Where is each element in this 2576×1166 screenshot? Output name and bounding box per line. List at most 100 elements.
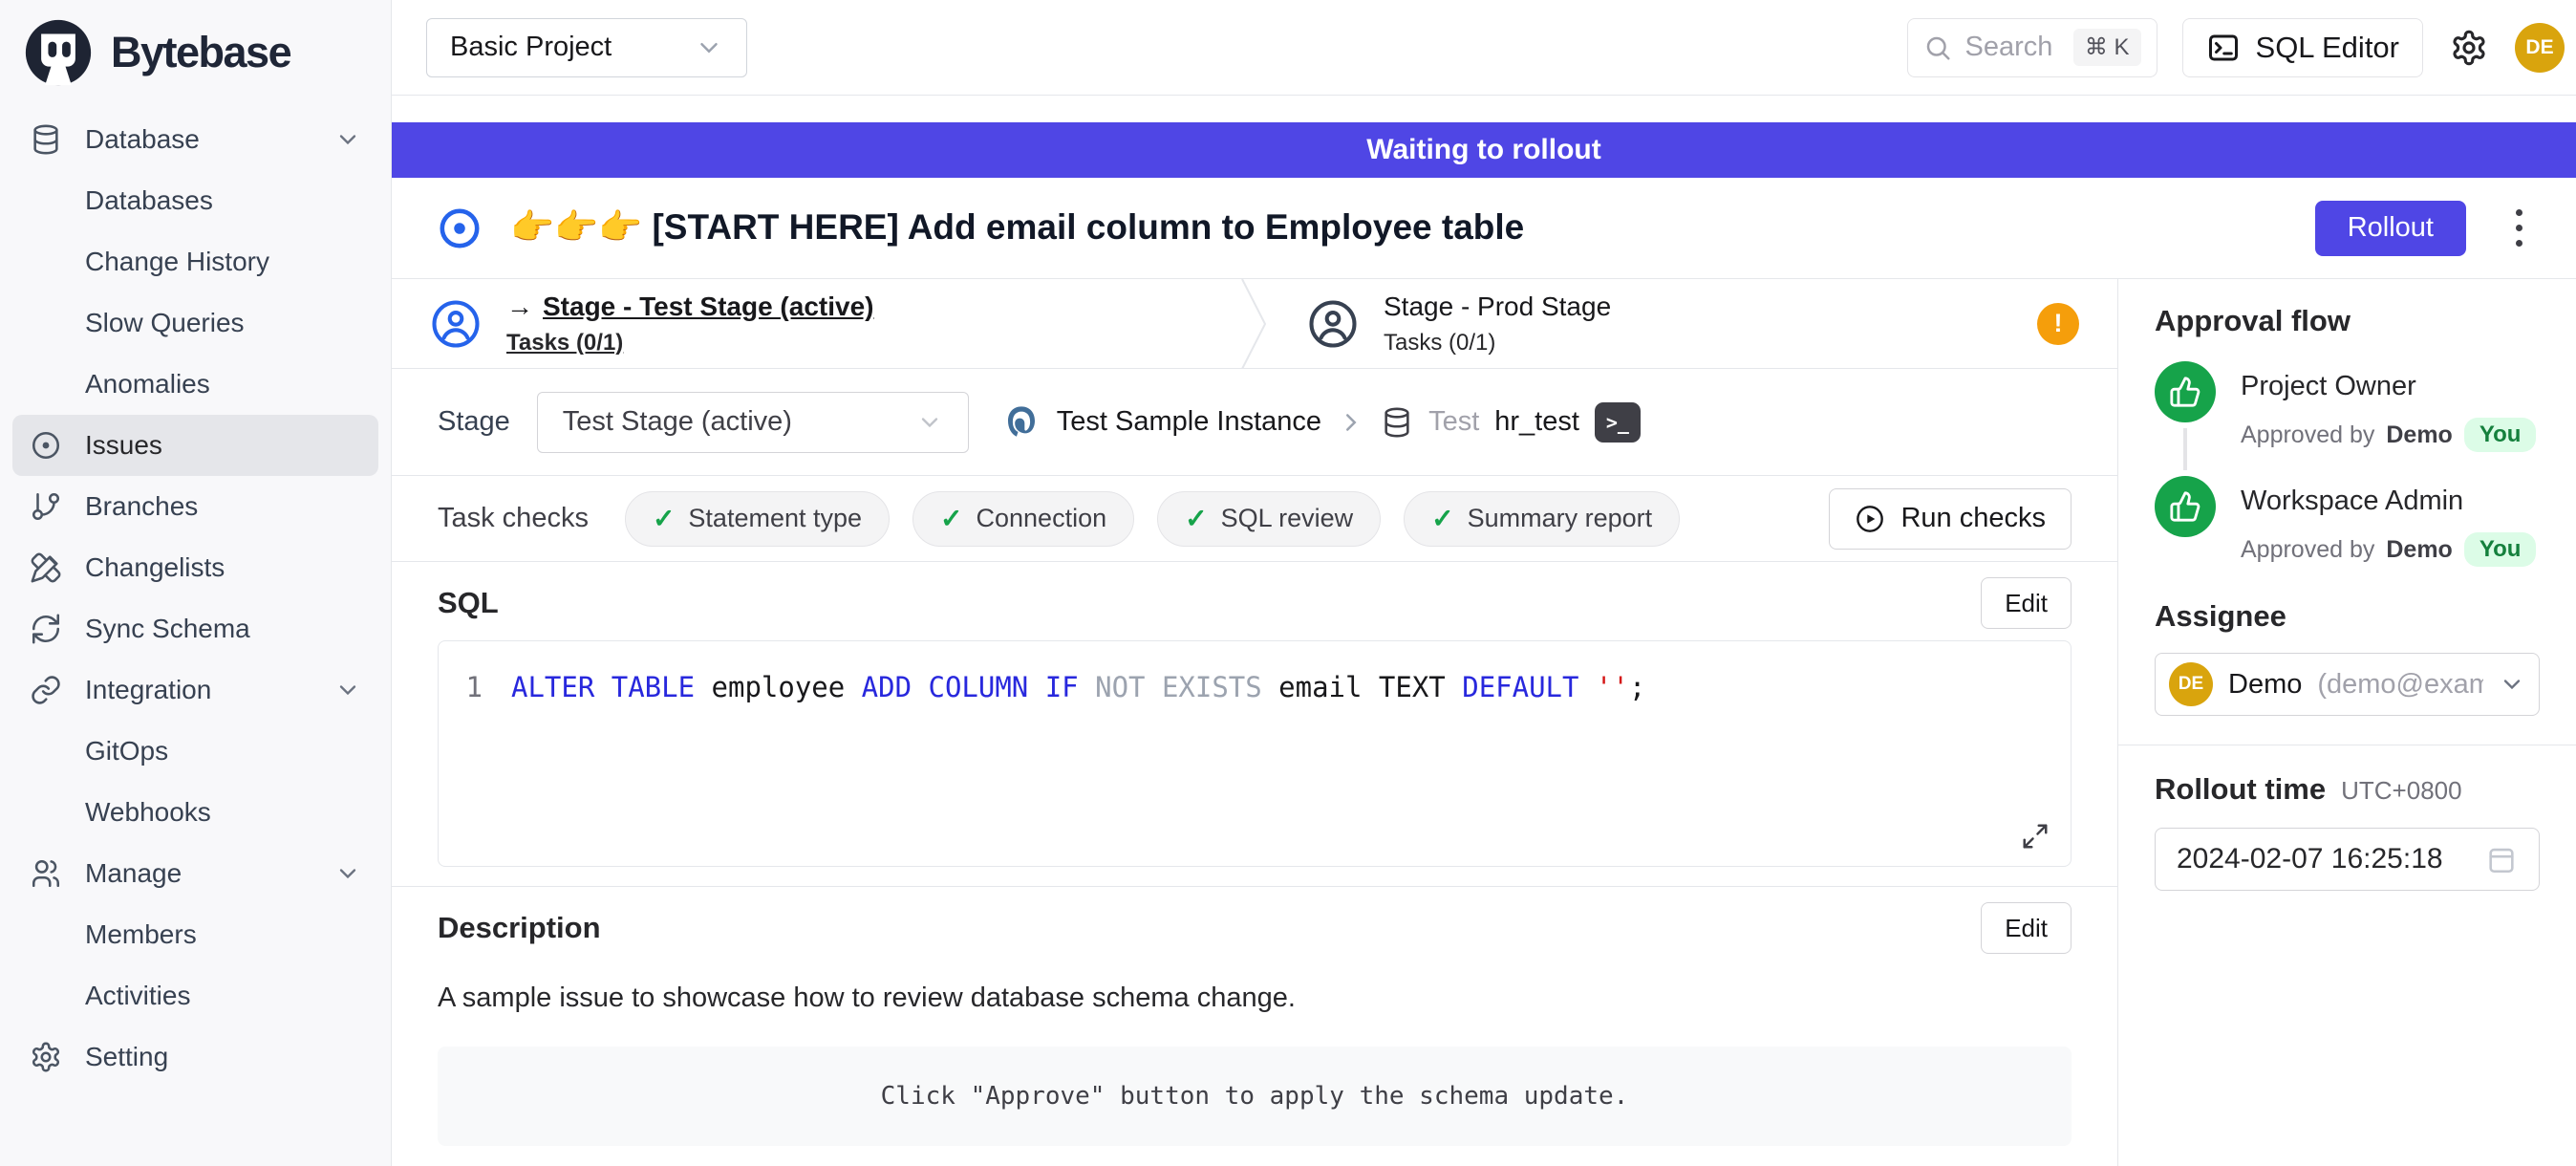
stage-divider-chevron	[1240, 279, 1269, 369]
sidebar-item-label: Sync Schema	[85, 614, 250, 644]
sidebar-item-label: Issues	[85, 430, 162, 461]
sidebar-item-issues[interactable]: Issues	[12, 415, 378, 476]
stage-tasks: Tasks (0/1)	[1384, 330, 1611, 356]
you-badge: You	[2464, 532, 2537, 567]
sidebar-item-label: Change History	[85, 247, 269, 277]
git-branch-icon	[30, 490, 64, 523]
approval-role: Workspace Admin	[2241, 486, 2536, 517]
sidebar-item-members[interactable]: Members	[12, 904, 378, 965]
sidebar-item-anomalies[interactable]: Anomalies	[12, 354, 378, 415]
stage-tracker: →Stage - Test Stage (active) Tasks (0/1)…	[392, 279, 2117, 369]
stage-tasks-link[interactable]: Tasks (0/1)	[506, 330, 873, 356]
sidebar-item-label: Manage	[85, 858, 182, 889]
pencils-icon	[30, 551, 64, 584]
approval-step-workspace-admin: Workspace Admin Approved by Demo You	[2155, 476, 2540, 590]
sidebar-item-branches[interactable]: Branches	[12, 476, 378, 537]
rollout-time-value: 2024-02-07 16:25:18	[2177, 843, 2443, 875]
assignee-select[interactable]: DE Demo (demo@example	[2155, 653, 2540, 716]
sidebar-item-activities[interactable]: Activities	[12, 965, 378, 1026]
calendar-icon	[2485, 843, 2518, 875]
status-banner: Waiting to rollout	[392, 122, 2576, 178]
sidebar-item-changelists[interactable]: Changelists	[12, 537, 378, 598]
description-section: Description Edit A sample issue to showc…	[392, 887, 2117, 1165]
sidebar-item-gitops[interactable]: GitOps	[12, 721, 378, 782]
check-icon: ✓	[1431, 503, 1453, 534]
sql-editor-button[interactable]: SQL Editor	[2182, 18, 2423, 77]
sql-statement: ALTER TABLE employee ADD COLUMN IF NOT E…	[511, 668, 1645, 706]
sql-code-editor[interactable]: 1 ALTER TABLE employee ADD COLUMN IF NOT…	[438, 640, 2072, 867]
issue-icon	[30, 429, 64, 462]
run-checks-label: Run checks	[1900, 503, 2046, 534]
check-pill-label: SQL review	[1221, 504, 1354, 533]
kebab-menu-icon[interactable]	[2508, 202, 2530, 254]
check-pill-sql-review[interactable]: ✓ SQL review	[1157, 491, 1381, 547]
check-pill-connection[interactable]: ✓ Connection	[912, 491, 1134, 547]
assignee-avatar: DE	[2169, 662, 2213, 706]
sidebar-item-integration[interactable]: Integration	[12, 659, 378, 721]
approval-step-project-owner: Project Owner Approved by Demo You	[2155, 361, 2540, 476]
search-icon	[1923, 33, 1952, 62]
stage-test-stage[interactable]: →Stage - Test Stage (active) Tasks (0/1)	[392, 279, 1240, 368]
sidebar-item-change-history[interactable]: Change History	[12, 231, 378, 292]
sidebar-item-label: Members	[85, 919, 197, 950]
chevron-down-icon	[334, 126, 361, 153]
check-pill-summary-report[interactable]: ✓ Summary report	[1404, 491, 1680, 547]
sidebar-item-label: GitOps	[85, 736, 168, 767]
sql-section: SQL Edit 1 ALTER TABLE employee ADD COLU…	[392, 562, 2117, 887]
search-input[interactable]: Search ⌘ K	[1907, 18, 2157, 77]
environment-name: Test	[1428, 406, 1479, 438]
sidebar-item-sync-schema[interactable]: Sync Schema	[12, 598, 378, 659]
user-avatar[interactable]: DE	[2515, 23, 2565, 73]
sidebar-item-setting[interactable]: Setting	[12, 1026, 378, 1088]
instance-name[interactable]: Test Sample Instance	[1057, 406, 1321, 438]
chevron-down-icon	[334, 860, 361, 887]
issue-status-icon	[438, 206, 482, 250]
assignee-heading: Assignee	[2155, 599, 2540, 634]
description-edit-button[interactable]: Edit	[1981, 902, 2072, 954]
stage-prod-stage[interactable]: Stage - Prod Stage Tasks (0/1) !	[1269, 279, 2117, 368]
sidebar-item-label: Anomalies	[85, 369, 210, 399]
assignee-email: (demo@example	[2317, 669, 2483, 701]
users-icon	[30, 857, 64, 890]
rollout-time-heading: Rollout time	[2155, 772, 2326, 807]
rollout-timezone: UTC+0800	[2341, 776, 2461, 806]
stage-select[interactable]: Test Stage (active)	[537, 392, 969, 453]
issue-title-row: 👉👉👉 [START HERE] Add email column to Emp…	[392, 178, 2576, 279]
sidebar-item-slow-queries[interactable]: Slow Queries	[12, 292, 378, 354]
sidebar-item-webhooks[interactable]: Webhooks	[12, 782, 378, 843]
chevron-right-icon	[1337, 408, 1365, 437]
description-note-text: Click "Approve" button to apply the sche…	[881, 1082, 1629, 1111]
expand-fullscreen-icon[interactable]	[2021, 822, 2050, 851]
search-placeholder: Search	[1965, 32, 2053, 63]
approval-steps: Project Owner Approved by Demo You	[2155, 361, 2540, 590]
database-name[interactable]: hr_test	[1494, 406, 1579, 438]
sidebar-item-label: Setting	[85, 1042, 168, 1072]
stage-select-value: Test Stage (active)	[563, 406, 792, 438]
sidebar-item-label: Slow Queries	[85, 308, 245, 338]
terminal-icon	[2206, 31, 2241, 65]
open-in-sql-editor-icon[interactable]: >_	[1595, 402, 1641, 443]
database-cylinder-icon	[1381, 406, 1413, 439]
sidebar-item-label: Changelists	[85, 552, 225, 583]
task-checks-label: Task checks	[438, 503, 589, 534]
bytebase-mascot-icon	[21, 15, 96, 90]
sidebar-item-database[interactable]: Database	[12, 109, 378, 170]
approval-flow-heading: Approval flow	[2155, 304, 2540, 338]
bytebase-logo[interactable]: Bytebase	[0, 0, 391, 90]
sidebar-item-label: Webhooks	[85, 797, 211, 828]
check-pill-statement-type[interactable]: ✓ Statement type	[625, 491, 890, 547]
project-select[interactable]: Basic Project	[426, 18, 747, 77]
approved-by-prefix: Approved by	[2241, 536, 2374, 564]
sidebar-item-manage[interactable]: Manage	[12, 843, 378, 904]
rollout-button[interactable]: Rollout	[2315, 201, 2466, 256]
run-checks-button[interactable]: Run checks	[1829, 488, 2072, 550]
play-circle-icon	[1855, 504, 1885, 534]
settings-gear-icon[interactable]	[2450, 29, 2488, 67]
assignee-name: Demo	[2228, 669, 2302, 701]
rollout-time-input[interactable]: 2024-02-07 16:25:18	[2155, 828, 2540, 891]
sidebar-item-databases[interactable]: Databases	[12, 170, 378, 231]
sql-edit-button[interactable]: Edit	[1981, 577, 2072, 629]
gear-icon	[30, 1041, 64, 1073]
sidebar-item-label: Databases	[85, 185, 213, 216]
approval-connector-line	[2183, 428, 2187, 470]
